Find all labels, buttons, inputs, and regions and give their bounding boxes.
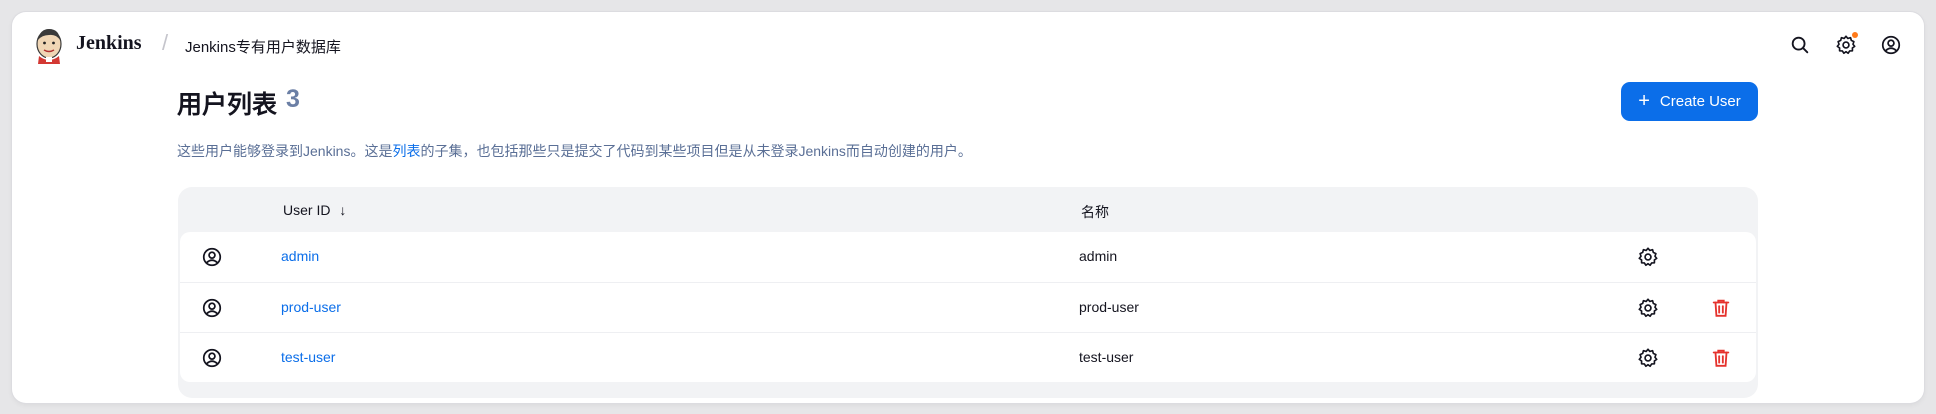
column-user-id[interactable]: User ID ↓ [283, 202, 346, 218]
table-row: prod-user prod-user [180, 282, 1756, 332]
trash-icon [1712, 349, 1730, 367]
table-row: test-user test-user [180, 332, 1756, 382]
plus-icon: + [1638, 89, 1650, 112]
search-button[interactable] [1787, 32, 1813, 58]
configure-user-button[interactable] [1635, 244, 1661, 270]
create-user-label: Create User [1659, 93, 1741, 110]
table-body: admin admin prod-user prod-user test-use… [180, 232, 1756, 382]
description-text: 这些用户能够登录到Jenkins。这是 [177, 143, 393, 159]
configure-user-button[interactable] [1635, 345, 1661, 371]
column-user-id-label: User ID [283, 202, 331, 218]
user-icon [202, 247, 222, 267]
breadcrumb[interactable]: Jenkins专有用户数据库 [185, 36, 341, 57]
user-icon [202, 298, 222, 318]
manage-jenkins-button[interactable] [1833, 32, 1859, 58]
breadcrumb-separator: / [162, 30, 169, 55]
app-window: Jenkins / Jenkins专有用户数据库 用户列表 3 + Create… [12, 12, 1924, 403]
configure-user-button[interactable] [1635, 295, 1661, 321]
user-avatar [199, 345, 225, 371]
page-description: 这些用户能够登录到Jenkins。这是列表的子集，也包括那些只是提交了代码到某些… [177, 141, 972, 161]
page-title: 用户列表 [177, 91, 278, 119]
trash-icon [1712, 299, 1730, 317]
top-bar: Jenkins / Jenkins专有用户数据库 [12, 12, 1924, 76]
user-id-link[interactable]: prod-user [281, 299, 341, 315]
user-name: test-user [1079, 349, 1134, 365]
sort-arrow-icon: ↓ [339, 202, 347, 218]
user-id-link[interactable]: admin [281, 248, 319, 264]
user-avatar [199, 295, 225, 321]
user-name: admin [1079, 248, 1118, 264]
user-avatar [199, 244, 225, 270]
user-count: 3 [286, 85, 300, 113]
user-icon [202, 348, 222, 368]
column-name[interactable]: 名称 [1081, 202, 1109, 222]
search-icon [1791, 36, 1809, 54]
user-name: prod-user [1079, 299, 1139, 315]
delete-user-button[interactable] [1708, 295, 1734, 321]
user-id-link[interactable]: test-user [281, 349, 335, 365]
delete-user-button[interactable] [1708, 345, 1734, 371]
list-link[interactable]: 列表 [392, 143, 420, 159]
gear-icon [1638, 348, 1658, 368]
brand-name[interactable]: Jenkins [76, 32, 142, 55]
users-table: User ID ↓ 名称 admin admin prod-user prod-… [178, 187, 1758, 398]
account-button[interactable] [1878, 32, 1904, 58]
user-icon [1881, 35, 1901, 55]
gear-icon [1638, 247, 1658, 267]
notification-dot [1852, 32, 1858, 38]
table-row: admin admin [180, 232, 1756, 282]
jenkins-logo[interactable] [32, 26, 66, 64]
create-user-button[interactable]: + Create User [1621, 82, 1758, 121]
table-header: User ID ↓ 名称 [180, 187, 1756, 232]
description-text-cont: 的子集，也包括那些只是提交了代码到某些项目但是从未登录Jenkins而自动创建的… [420, 143, 972, 159]
gear-icon [1638, 298, 1658, 318]
